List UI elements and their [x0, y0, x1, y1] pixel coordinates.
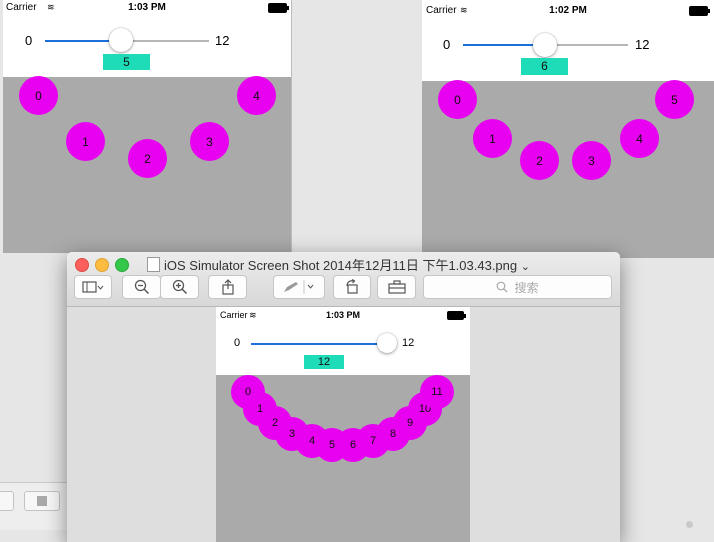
slider-thumb[interactable]	[109, 28, 133, 52]
status-bar: Carrier ≋ 1:03 PM	[3, 0, 291, 16]
circle-item: 11	[420, 375, 454, 409]
circle-item: 3	[572, 141, 611, 180]
slider-min-label: 0	[443, 37, 451, 52]
circle-item: 3	[190, 122, 229, 161]
preview-window: iOS Simulator Screen Shot 2014年12月11日 下午…	[67, 252, 620, 542]
circle-item: 1	[66, 122, 105, 161]
document-icon	[147, 257, 160, 272]
circle-item: 0	[19, 76, 58, 115]
stop-icon	[37, 496, 47, 506]
status-time: 1:03 PM	[325, 310, 360, 320]
circle-item: 1	[473, 119, 512, 158]
circle-item: 2	[520, 141, 559, 180]
value-label: 12	[304, 355, 344, 369]
slider-max-label: 12	[402, 337, 415, 349]
zoom-window-button[interactable]	[115, 258, 129, 272]
circle-item: 4	[620, 119, 659, 158]
background-window	[0, 482, 70, 530]
search-icon	[497, 281, 508, 293]
zoom-out-icon	[134, 279, 149, 295]
circle-item: 0	[438, 80, 477, 119]
chevron-down-icon: ⌄	[520, 261, 530, 273]
sidebar-toggle-button[interactable]	[74, 275, 112, 299]
zoom-in-button[interactable]	[160, 275, 199, 299]
markup-pen-icon	[284, 280, 314, 294]
value-label: 6	[521, 58, 568, 75]
preview-content: Carrier ≋ 1:03 PM 0 12 12 0 1 2 3 4 5 6 …	[67, 307, 620, 542]
window-divider	[291, 0, 292, 253]
status-bar: Carrier ≋ 1:03 PM	[216, 308, 470, 324]
window-title[interactable]: iOS Simulator Screen Shot 2014年12月11日 下午…	[147, 255, 620, 274]
simulator-screen-3: Carrier ≋ 1:03 PM 0 12 12 0 1 2 3 4 5 6 …	[216, 307, 470, 542]
slider-min-label: 0	[25, 33, 33, 48]
rotate-icon	[346, 279, 358, 294]
slider-fill	[251, 343, 388, 345]
share-icon	[221, 279, 234, 295]
toolbox-icon	[387, 280, 406, 294]
zoom-in-icon	[172, 279, 187, 295]
search-placeholder: 搜索	[514, 280, 539, 295]
value-label: 5	[103, 54, 150, 70]
sidebar-icon	[82, 281, 104, 293]
search-input[interactable]: 搜索	[423, 275, 612, 299]
slider-thumb[interactable]	[377, 333, 397, 353]
window-button[interactable]	[24, 491, 60, 511]
rotate-button[interactable]	[333, 275, 371, 299]
simulator-screen-1: Carrier ≋ 1:03 PM 0 12 5 0 1 2 3 4	[3, 0, 291, 253]
slider-track[interactable]	[251, 343, 388, 345]
desktop-corner-dot	[686, 521, 693, 528]
close-window-button[interactable]	[75, 258, 89, 272]
title-bar: iOS Simulator Screen Shot 2014年12月11日 下午…	[67, 252, 620, 307]
slider-thumb[interactable]	[533, 33, 557, 57]
status-bar: Carrier ≋ 1:02 PM	[422, 3, 714, 19]
markup-button[interactable]	[273, 275, 325, 299]
battery-icon	[447, 311, 466, 320]
simulator-screen-2: Carrier ≋ 1:02 PM 0 12 6 0 1 2 3 4 5	[422, 0, 714, 258]
share-button[interactable]	[208, 275, 247, 299]
window-button[interactable]	[0, 491, 14, 511]
status-time: 1:03 PM	[128, 2, 166, 13]
slider-max-label: 12	[635, 37, 650, 52]
zoom-out-button[interactable]	[122, 275, 161, 299]
slider-min-label: 0	[234, 337, 241, 349]
toolbox-button[interactable]	[377, 275, 416, 299]
battery-icon	[268, 3, 289, 13]
minimize-window-button[interactable]	[95, 258, 109, 272]
window-title-text: iOS Simulator Screen Shot 2014年12月11日 下午…	[164, 258, 518, 273]
circle-item: 5	[655, 80, 694, 119]
status-time: 1:02 PM	[549, 5, 587, 16]
circle-item: 2	[128, 139, 167, 178]
circle-item: 4	[237, 76, 276, 115]
battery-icon	[689, 6, 710, 16]
slider-max-label: 12	[215, 33, 230, 48]
